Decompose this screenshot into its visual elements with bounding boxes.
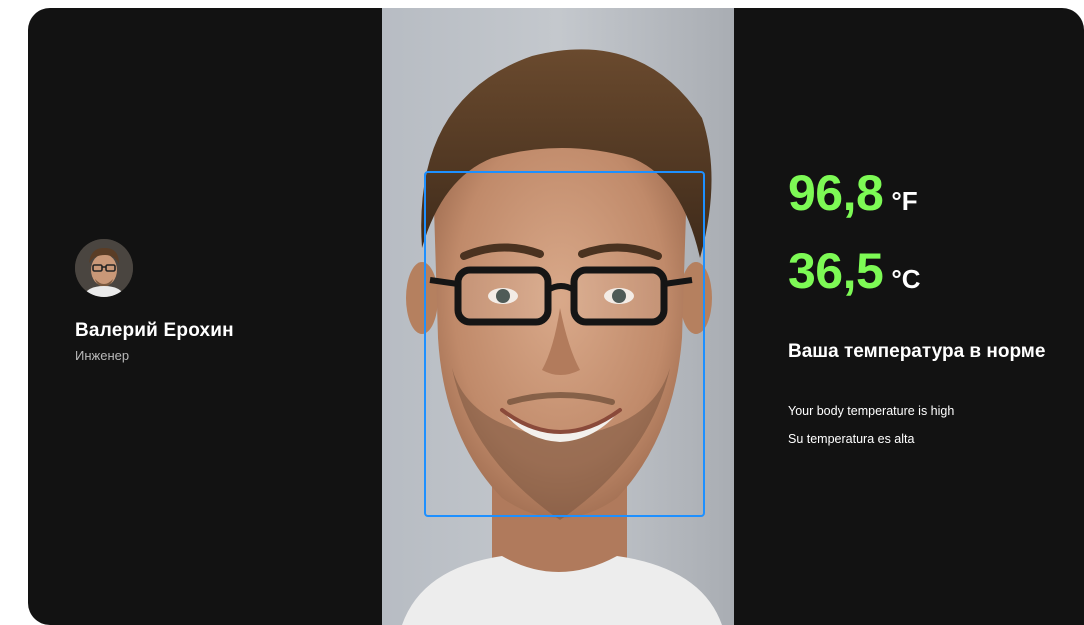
camera-feed (382, 8, 734, 625)
status-message-es: Su temperatura es alta (788, 432, 915, 446)
status-message-en: Your body temperature is high (788, 404, 955, 418)
status-title: Ваша температура в норме (788, 341, 1046, 362)
user-name: Валерий Ерохин (75, 320, 234, 341)
face-detection-frame (424, 171, 705, 517)
celsius-value: 36,5 (788, 243, 884, 299)
temperature-fahrenheit: 96,8 °F (788, 164, 918, 222)
kiosk-screen: Валерий Ерохин Инженер 96,8 °F 36,5 °C В… (28, 8, 1084, 625)
temperature-celsius: 36,5 °C (788, 242, 921, 300)
user-role: Инженер (75, 348, 130, 363)
temperature-panel: 96,8 °F 36,5 °C Ваша температура в норме Y… (734, 8, 1084, 625)
celsius-unit: °C (891, 264, 921, 294)
fahrenheit-unit: °F (891, 186, 918, 216)
fahrenheit-value: 96,8 (788, 165, 884, 221)
user-panel: Валерий Ерохин Инженер (28, 8, 382, 625)
user-avatar-image (75, 239, 133, 297)
user-avatar (75, 239, 133, 297)
